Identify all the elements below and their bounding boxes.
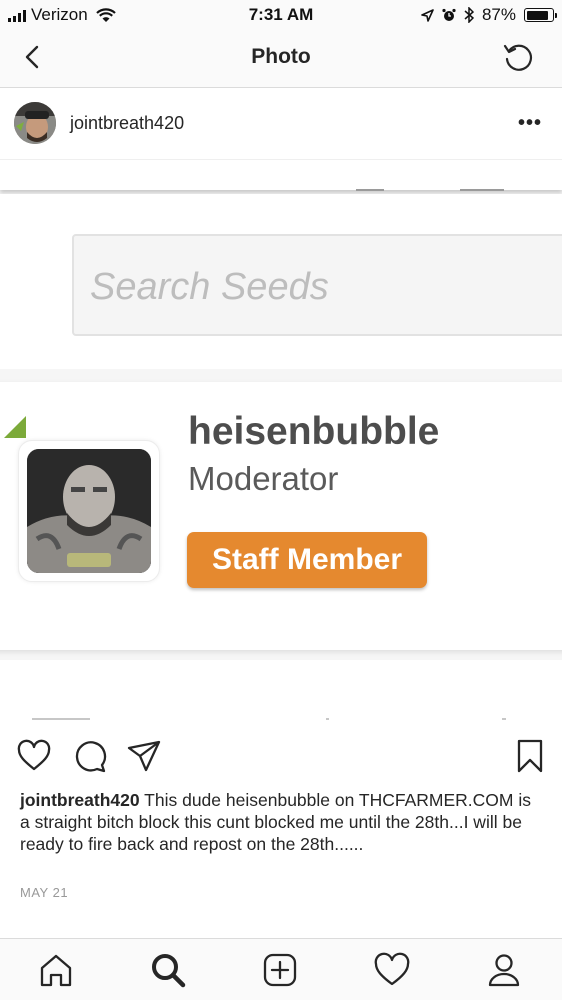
- caption-username[interactable]: jointbreath420: [20, 790, 140, 810]
- battery-icon: [524, 8, 557, 22]
- post-actions: [0, 730, 562, 780]
- tab-bar: [0, 938, 562, 1000]
- bookmark-icon[interactable]: [512, 738, 548, 774]
- profile-card: heisenbubble Moderator Staff Member: [0, 382, 562, 650]
- photo-top-bar: [0, 160, 562, 190]
- corner-flag: [4, 416, 26, 438]
- profile-frame: [18, 440, 160, 582]
- add-icon[interactable]: [260, 950, 300, 990]
- search-input: Search Seeds: [72, 234, 562, 336]
- search-placeholder: Search Seeds: [90, 266, 329, 308]
- post-caption: jointbreath420 This dude heisenbubble on…: [20, 789, 540, 855]
- staff-badge: Staff Member: [187, 532, 427, 588]
- nav-header: Photo: [0, 30, 562, 88]
- status-bar: Verizon 7:31 AM 87%: [0, 0, 562, 30]
- post-username[interactable]: jointbreath420: [70, 113, 184, 134]
- location-icon: [421, 8, 434, 22]
- activity-heart-icon[interactable]: [372, 950, 412, 990]
- search-section: Search Seeds: [0, 194, 562, 369]
- comment-icon[interactable]: [71, 738, 107, 774]
- profile-icon[interactable]: [484, 950, 524, 990]
- divider: [32, 718, 90, 720]
- post-photo: Search Seeds heisenbubble Moderator Staf…: [0, 160, 562, 730]
- divider: [460, 189, 504, 191]
- page-title: Photo: [251, 45, 311, 68]
- alarm-icon: [442, 8, 456, 21]
- search-icon[interactable]: [148, 950, 188, 990]
- home-icon[interactable]: [36, 950, 76, 990]
- battery-percent: 87%: [481, 5, 516, 24]
- avatar[interactable]: [14, 102, 56, 144]
- divider: [502, 718, 506, 720]
- post-header: jointbreath420 •••: [0, 88, 562, 160]
- profile-role: Moderator: [188, 460, 339, 497]
- more-dots-icon[interactable]: •••: [518, 112, 542, 135]
- divider: [326, 718, 329, 720]
- heart-icon[interactable]: [16, 738, 52, 774]
- post-date: MAY 21: [20, 885, 69, 900]
- status-right: 87%: [421, 5, 557, 25]
- profile-photo: [27, 449, 151, 573]
- divider: [356, 189, 384, 191]
- share-icon[interactable]: [126, 738, 162, 774]
- profile-name: heisenbubble: [188, 410, 440, 453]
- refresh-icon[interactable]: [502, 41, 536, 75]
- bluetooth-icon: [464, 7, 474, 23]
